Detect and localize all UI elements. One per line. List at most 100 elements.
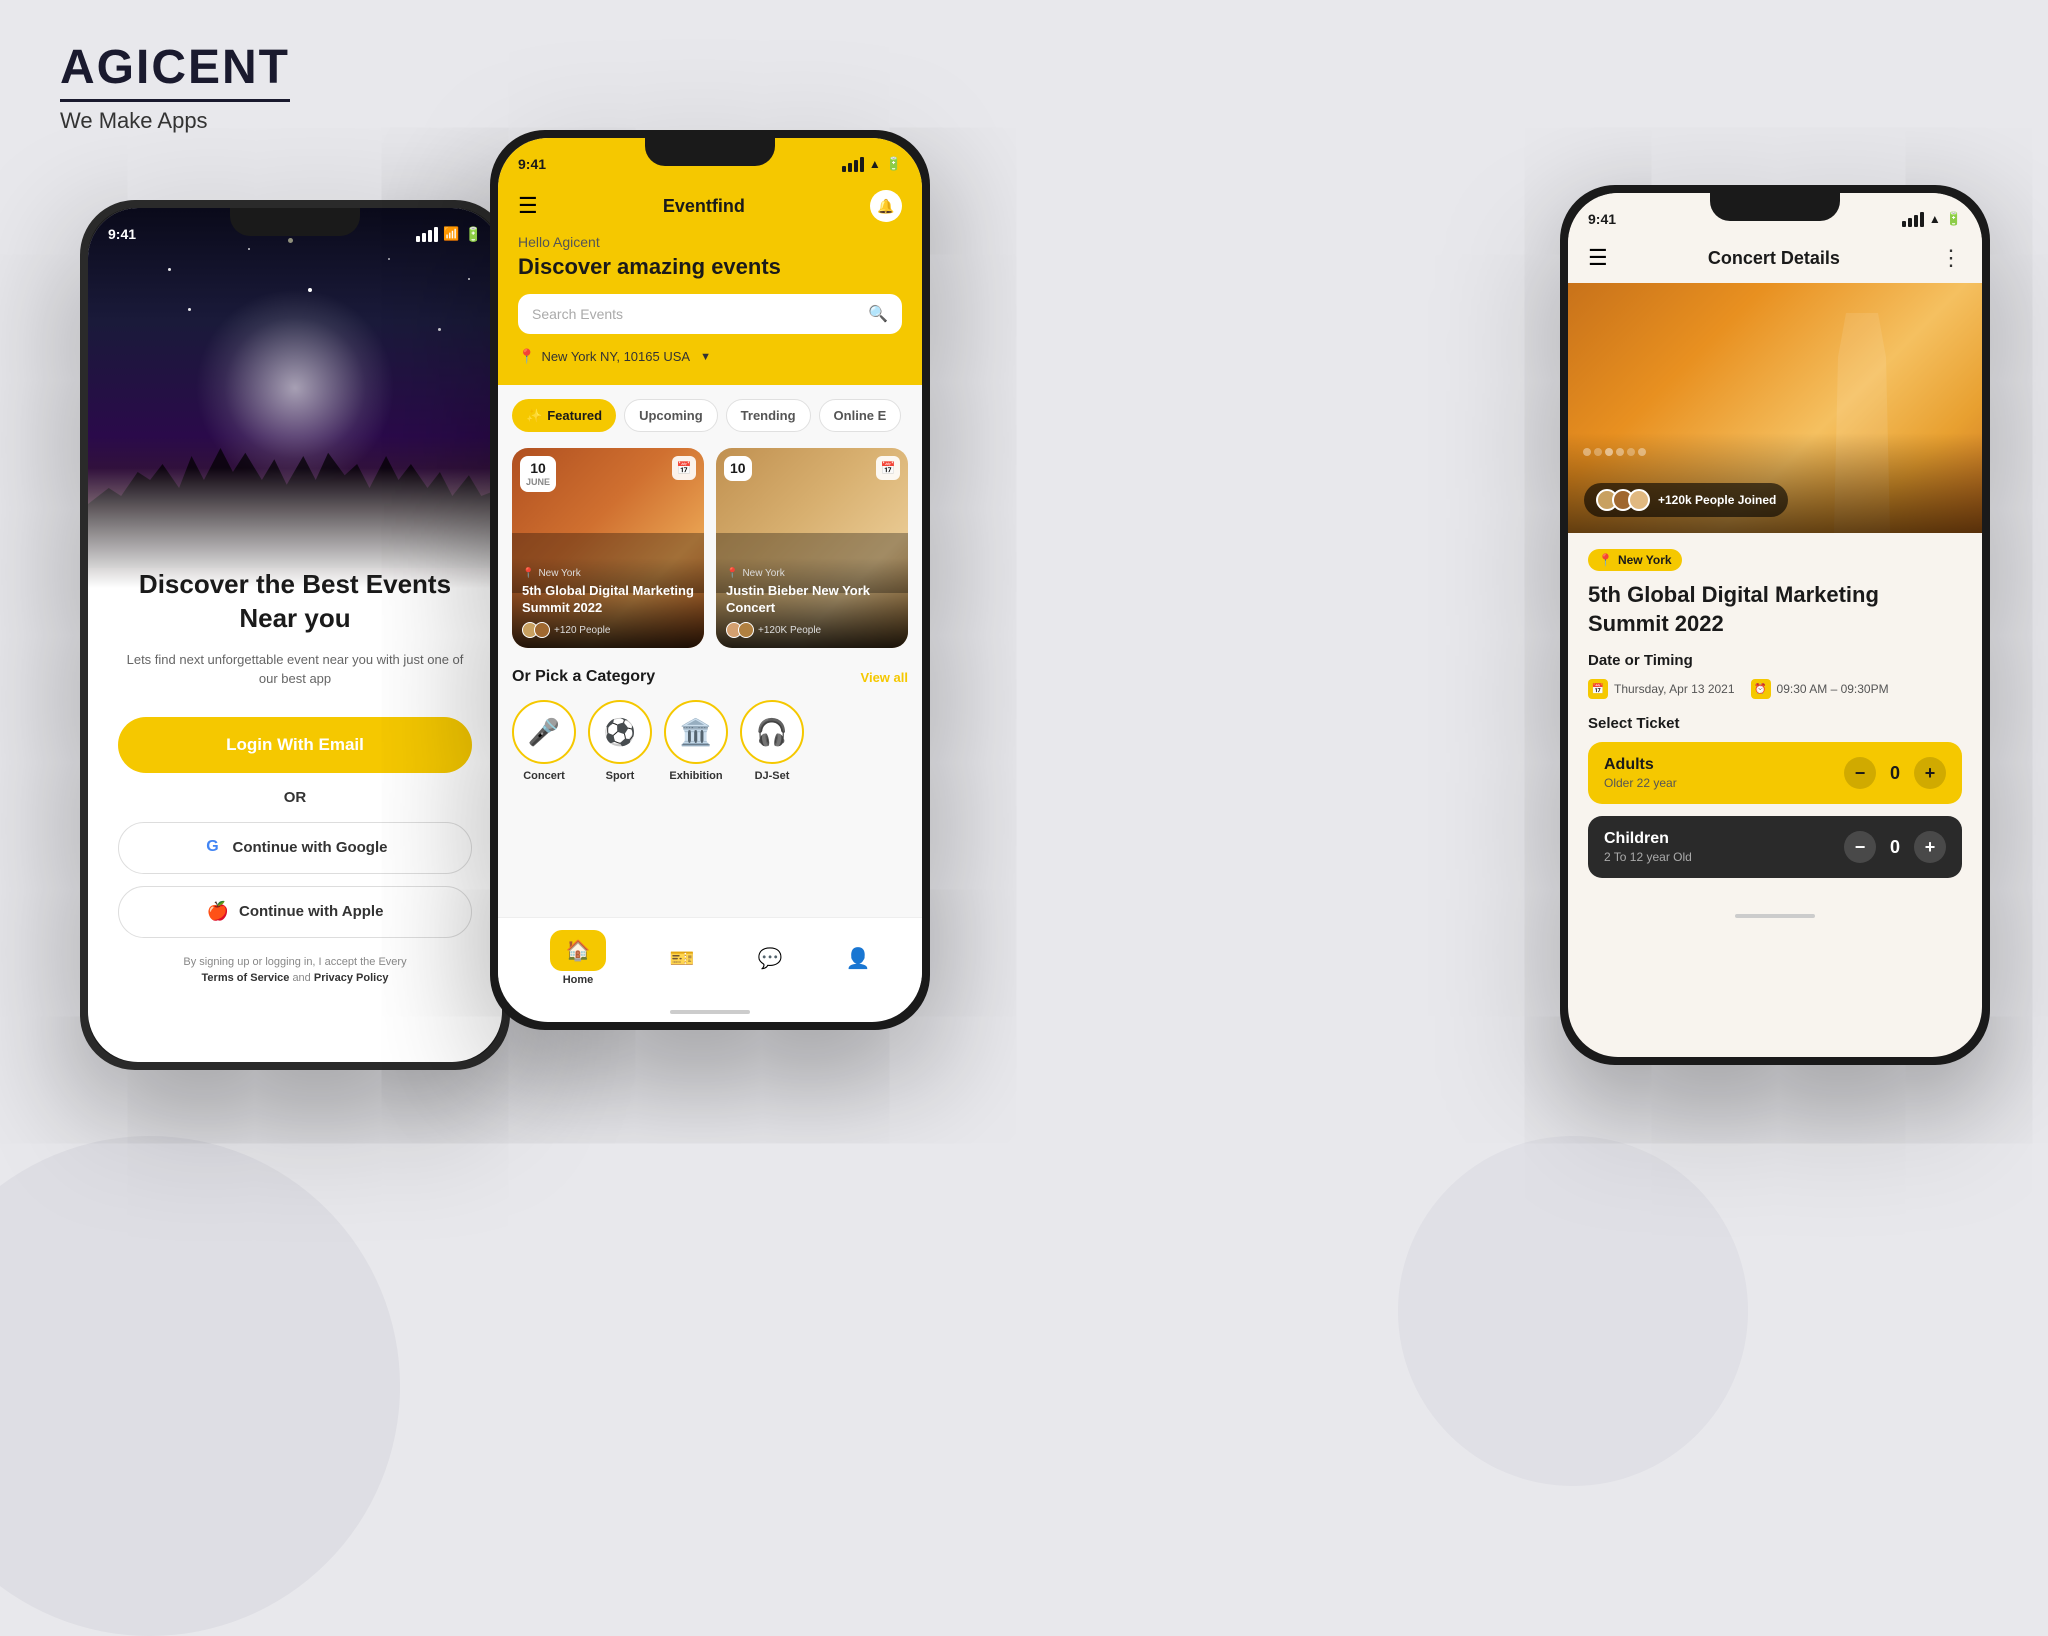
event-attendees-1: +120 People: [522, 622, 694, 638]
events-row: 10 JUNE 📅 📍 New York 5th Global Digital …: [512, 448, 908, 648]
battery-icon: 🔋: [465, 226, 482, 243]
power-button-3: [1988, 313, 1990, 383]
discover-body: ✨ Featured Upcoming Trending Online E: [498, 385, 922, 917]
event-card-2[interactable]: 10 📅 📍 New York Justin Bieber New York C…: [716, 448, 908, 648]
notch-2: [645, 138, 775, 166]
sparkle-icon: ✨: [526, 408, 542, 424]
brand-name: AGICENT: [60, 40, 290, 102]
event-overlay-1: 📍 New York 5th Global Digital Marketing …: [512, 558, 704, 648]
people-joined-badge: +120k People Joined: [1584, 483, 1788, 517]
volume-down-button-3: [1560, 433, 1562, 493]
category-concert[interactable]: 🎤 Concert: [512, 700, 576, 782]
profile-icon: 👤: [846, 946, 871, 971]
chevron-down-icon: ▼: [700, 351, 711, 363]
nav-home[interactable]: 🏠 Home: [550, 930, 607, 986]
power-button-2: [928, 258, 930, 328]
brand-tagline: We Make Apps: [60, 108, 290, 134]
google-btn-label: Continue with Google: [233, 839, 388, 856]
hero-title: Discover the Best Events Near you: [118, 568, 472, 636]
hamburger-icon-3[interactable]: ☰: [1588, 245, 1608, 271]
nav-tickets[interactable]: 🎫: [670, 946, 695, 971]
location-tag: 📍 New York: [1588, 549, 1682, 571]
more-options-icon[interactable]: ⋮: [1940, 245, 1962, 271]
location-bar[interactable]: 📍 New York NY, 10165 USA ▼: [518, 348, 902, 365]
status-icons-3: ▲ 🔋: [1902, 211, 1962, 227]
volume-up-button: [80, 368, 82, 428]
view-all-link[interactable]: View all: [861, 670, 908, 685]
time-value: 09:30 AM – 09:30PM: [1777, 682, 1889, 696]
privacy-link[interactable]: Privacy Policy: [314, 972, 389, 984]
concert-label: Concert: [523, 770, 565, 782]
google-login-button[interactable]: G Continue with Google: [118, 822, 472, 874]
nav-bar: ☰ Eventfind 🔔: [518, 190, 902, 222]
volume-up-button-2: [490, 298, 492, 358]
login-email-button[interactable]: Login With Email: [118, 717, 472, 773]
discover-title: Discover amazing events: [518, 254, 902, 280]
terms-link[interactable]: Terms of Service: [202, 972, 290, 984]
nav-profile[interactable]: 👤: [846, 946, 871, 971]
location-dot-icon: 📍: [522, 568, 534, 579]
category-section-header: Or Pick a Category View all: [512, 668, 908, 686]
signal-icon: [416, 227, 438, 242]
nav-home-label: Home: [563, 974, 594, 986]
signal-icon-2: [842, 157, 864, 172]
home-icon: 🏠: [566, 940, 591, 962]
event-title-2: Justin Bieber New York Concert: [726, 583, 898, 617]
tab-upcoming[interactable]: Upcoming: [624, 399, 718, 432]
concert-details-body: 📍 New York 5th Global Digital Marketing …: [1568, 533, 1982, 906]
tab-trending[interactable]: Trending: [726, 399, 811, 432]
hero-image: [88, 208, 502, 588]
category-sport[interactable]: ⚽ Sport: [588, 700, 652, 782]
children-count: 0: [1890, 837, 1900, 858]
bell-icon: 🔔: [877, 198, 894, 215]
discover-header: ☰ Eventfind 🔔 Hello Agicent Discover ama…: [498, 182, 922, 385]
category-icons: 🎤 Concert ⚽ Sport 🏛️ Exhibition 🎧 DJ-Set: [512, 700, 908, 782]
children-ticket-card: Children 2 To 12 year Old − 0 +: [1588, 816, 1962, 878]
date-item: 📅 Thursday, Apr 13 2021: [1588, 679, 1735, 699]
category-djset[interactable]: 🎧 DJ-Set: [740, 700, 804, 782]
deco-circle-1: [0, 1136, 400, 1636]
nav-messages[interactable]: 💬: [758, 946, 783, 971]
app-title: Eventfind: [663, 196, 745, 217]
event-card-1[interactable]: 10 JUNE 📅 📍 New York 5th Global Digital …: [512, 448, 704, 648]
tab-featured[interactable]: ✨ Featured: [512, 399, 616, 432]
notification-bell[interactable]: 🔔: [870, 190, 902, 222]
event-attendees-2: +120K People: [726, 622, 898, 638]
wifi-icon-3: ▲: [1929, 212, 1941, 226]
wifi-icon: 📶: [443, 226, 459, 242]
apple-login-button[interactable]: 🍎 Continue with Apple: [118, 886, 472, 938]
search-bar[interactable]: Search Events 🔍: [518, 294, 902, 334]
children-decrement-button[interactable]: −: [1844, 831, 1876, 863]
phone-discover: 9:41 ▲ 🔋 ☰ Eventfind 🔔 Hel: [490, 130, 930, 1030]
children-info: Children 2 To 12 year Old: [1604, 830, 1692, 864]
battery-icon-2: 🔋: [886, 156, 902, 172]
silent-button-3: [1560, 293, 1562, 333]
bottom-nav: 🏠 Home 🎫 💬 👤: [498, 917, 922, 1002]
calendar-icon-3: 📅: [1588, 679, 1608, 699]
apple-icon: 🍎: [207, 901, 229, 922]
search-icon: 🔍: [868, 304, 888, 324]
children-desc: 2 To 12 year Old: [1604, 850, 1692, 864]
event-title-1: 5th Global Digital Marketing Summit 2022: [522, 583, 694, 617]
tab-online[interactable]: Online E: [819, 399, 902, 432]
children-increment-button[interactable]: +: [1914, 831, 1946, 863]
hero-subtitle: Lets find next unforgettable event near …: [118, 650, 472, 689]
hamburger-icon[interactable]: ☰: [518, 193, 538, 219]
login-content: Discover the Best Events Near you Lets f…: [88, 548, 502, 1007]
children-counter: − 0 +: [1844, 831, 1946, 863]
battery-icon-3: 🔋: [1946, 211, 1962, 227]
category-exhibition[interactable]: 🏛️ Exhibition: [664, 700, 728, 782]
volume-down-button: [80, 448, 82, 508]
wifi-icon-2: ▲: [869, 157, 881, 171]
adults-decrement-button[interactable]: −: [1844, 757, 1876, 789]
concert-icon-circle: 🎤: [512, 700, 576, 764]
location-pin-icon: 📍: [518, 348, 535, 365]
volume-up-button-3: [1560, 353, 1562, 413]
calendar-icon-1: 📅: [672, 456, 696, 480]
clock-icon: ⏰: [1751, 679, 1771, 699]
or-divider: OR: [118, 789, 472, 806]
status-time-2: 9:41: [518, 156, 546, 172]
scroll-indicator-3: [1568, 906, 1982, 926]
calendar-icon-2: 📅: [876, 456, 900, 480]
adults-increment-button[interactable]: +: [1914, 757, 1946, 789]
